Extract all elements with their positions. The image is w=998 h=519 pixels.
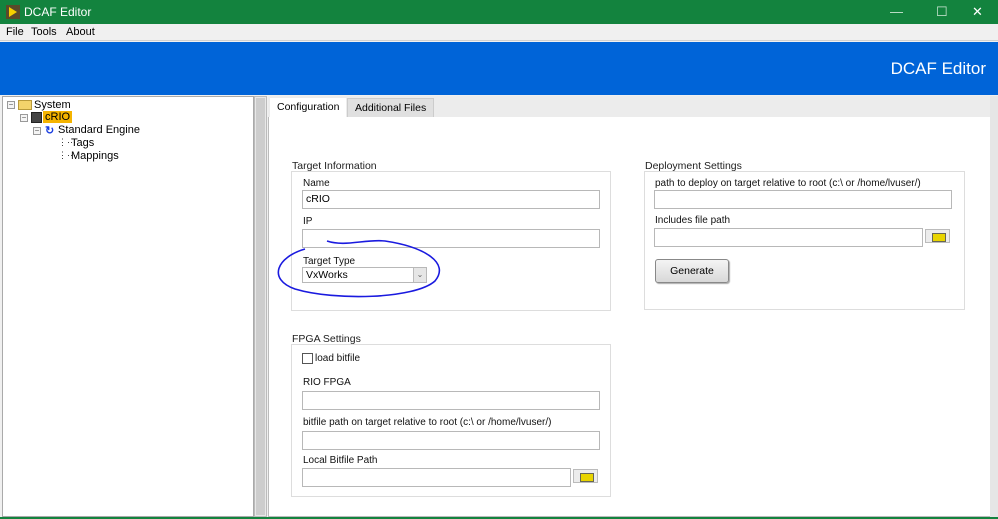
tab-configuration[interactable]: Configuration	[270, 98, 347, 117]
engine-icon: ↻	[45, 125, 55, 137]
menu-bar: File Tools About	[0, 24, 998, 41]
banner: DCAF Editor	[0, 42, 998, 95]
bitfile-path-input[interactable]	[302, 431, 600, 450]
tree-item-system[interactable]: System	[34, 99, 71, 111]
rio-fpga-input[interactable]	[302, 391, 600, 410]
folder-open-icon[interactable]	[925, 229, 950, 243]
crio-icon	[31, 112, 42, 123]
bitfile-path-label: bitfile path on target relative to root …	[303, 417, 552, 428]
tab-bar: Configuration Additional Files	[268, 96, 990, 117]
load-bitfile-label: load bitfile	[315, 353, 361, 364]
scrollbar-thumb[interactable]	[256, 98, 265, 515]
menu-tools[interactable]: Tools	[31, 26, 57, 38]
tab-additional-files[interactable]: Additional Files	[347, 98, 435, 117]
collapse-icon[interactable]: −	[7, 101, 15, 109]
menu-file[interactable]: File	[6, 26, 24, 38]
load-bitfile-checkbox[interactable]	[302, 353, 313, 364]
system-tree[interactable]: − System − cRIO − ↻ Standard Engine ⋮⋯ T…	[2, 96, 254, 517]
local-bitfile-label: Local Bitfile Path	[303, 455, 378, 466]
local-bitfile-input[interactable]	[302, 468, 571, 487]
folder-open-icon[interactable]	[573, 469, 598, 483]
app-logo-icon	[6, 5, 20, 19]
tree-item-tags[interactable]: Tags	[71, 137, 94, 149]
tree-item-standard-engine[interactable]: Standard Engine	[58, 124, 140, 136]
banner-title: DCAF Editor	[890, 59, 986, 78]
includes-input[interactable]	[654, 228, 923, 247]
collapse-icon[interactable]: −	[20, 114, 28, 122]
menu-about[interactable]: About	[66, 26, 95, 38]
rio-fpga-label: RIO FPGA	[303, 377, 351, 388]
folder-icon	[18, 100, 32, 110]
name-input[interactable]: cRIO	[302, 190, 600, 209]
name-label: Name	[303, 178, 330, 189]
deploy-path-input[interactable]	[654, 190, 952, 209]
tree-item-crio[interactable]: cRIO	[43, 111, 73, 123]
panel-scrollbar[interactable]	[990, 96, 998, 517]
collapse-icon[interactable]: −	[33, 127, 41, 135]
generate-button[interactable]: Generate	[655, 259, 729, 283]
deploy-path-label: path to deploy on target relative to roo…	[655, 178, 921, 189]
hand-drawn-circle-annotation	[277, 239, 441, 298]
tree-scrollbar[interactable]	[254, 96, 267, 517]
ip-label: IP	[303, 216, 313, 227]
includes-label: Includes file path	[655, 215, 731, 226]
maximize-button[interactable]: ☐	[936, 4, 948, 20]
title-bar: DCAF Editor — ☐ ✕	[0, 0, 998, 24]
minimize-button[interactable]: —	[890, 4, 903, 19]
close-button[interactable]: ✕	[972, 4, 983, 20]
tree-item-mappings[interactable]: Mappings	[71, 150, 119, 162]
window-title: DCAF Editor	[24, 5, 92, 19]
